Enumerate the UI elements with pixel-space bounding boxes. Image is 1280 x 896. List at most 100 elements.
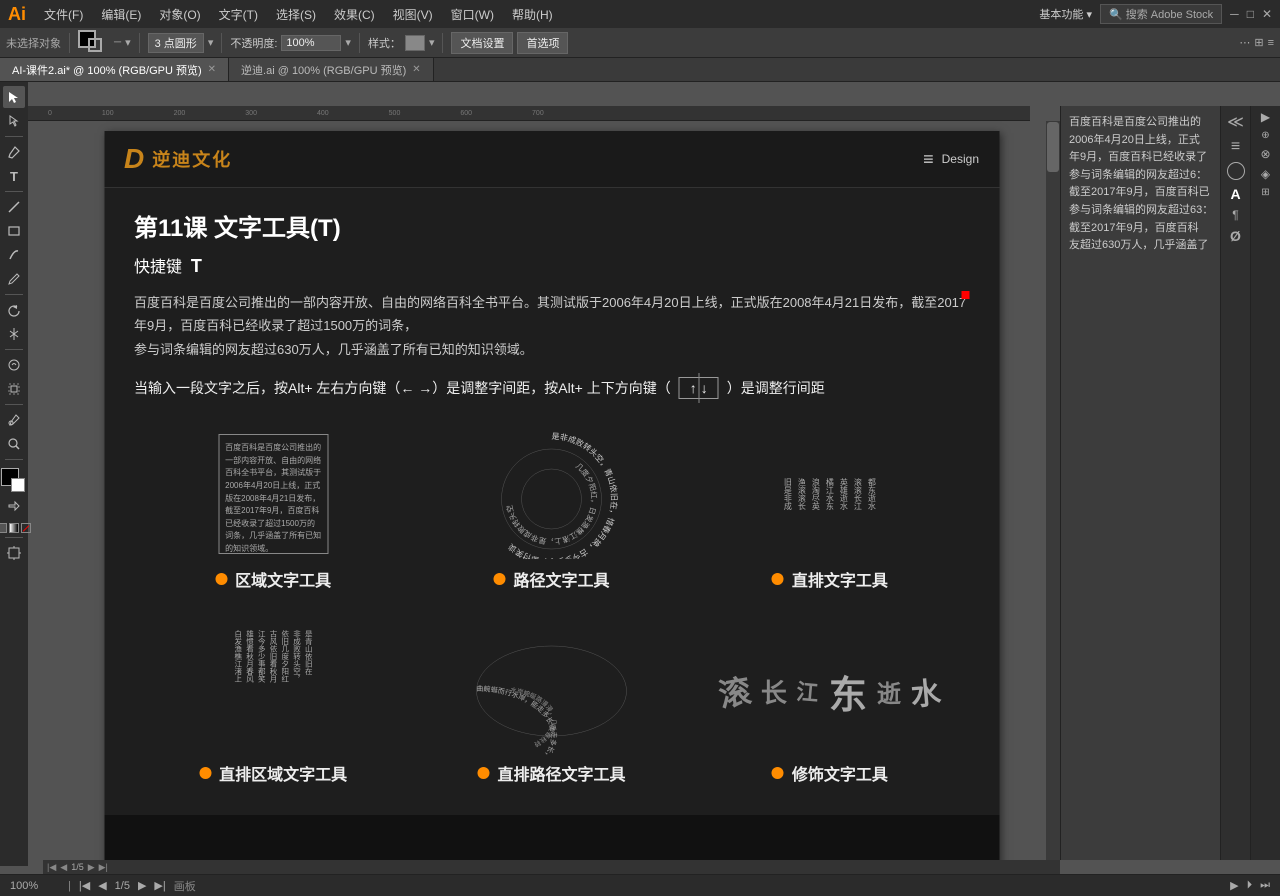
restore-btn[interactable]: □ (1247, 7, 1254, 21)
color-indicator[interactable] (78, 30, 110, 56)
brush-dropdown[interactable]: ▾ (208, 36, 214, 49)
hamburger-icon[interactable]: ≡ (923, 149, 934, 170)
nav-first[interactable]: |◀ (47, 862, 56, 873)
menu-effect[interactable]: 效果(C) (326, 4, 383, 25)
ruler-horizontal: 0 100 200 300 400 500 600 700 (28, 106, 1030, 121)
preferences-btn[interactable]: 首选项 (517, 32, 568, 54)
panel-arrange[interactable]: ⊞ (1254, 36, 1263, 49)
nav-prev[interactable]: ◀ (60, 862, 67, 873)
far-right-panel: ▶ ⊕ ⊗ ◈ ⊞ (1250, 106, 1280, 860)
warp-tool[interactable] (3, 354, 25, 376)
arrow-keys-box: ↑ ↓ (679, 377, 719, 399)
panel-collapse-icon[interactable]: ≪ (1227, 112, 1244, 132)
panel-btn-2[interactable]: ⊕ (1261, 130, 1269, 141)
vertical-path-svg: 曲蜿蜒而行水岸，能走多长便走多长，蜿蜒曲折的道路，一直向前延伸，永不停歇 水岸蜿… (461, 626, 641, 756)
zoom-level[interactable]: 100% (10, 880, 60, 892)
status-bar: 100% | |◀ ◀ 1/5 ▶ ▶| 画板 ▶ ⏵ ⏭ (0, 874, 1280, 896)
opacity-dropdown[interactable]: ▾ (345, 36, 351, 49)
nav-last[interactable]: ▶| (99, 862, 108, 873)
color-mode-solid[interactable] (0, 523, 7, 533)
color-mode-buttons (0, 523, 31, 533)
status-end[interactable]: ⏭ (1260, 879, 1270, 892)
menu-help[interactable]: 帮助(H) (504, 4, 561, 25)
tools-grid-top: 百度百科是百度公司推出的一部内容开放、自由的网络百科全书平台，其测试版于2006… (134, 419, 969, 601)
menu-bar: Ai 文件(F) 编辑(E) 对象(O) 文字(T) 选择(S) 效果(C) 视… (0, 0, 1280, 28)
menu-edit[interactable]: 编辑(E) (93, 4, 149, 25)
nav-next[interactable]: ▶ (88, 862, 95, 873)
opacity-input[interactable] (281, 35, 341, 51)
panel-para-icon[interactable]: ¶ (1232, 208, 1238, 222)
vertical-scrollbar[interactable] (1046, 121, 1060, 860)
menu-text[interactable]: 文字(T) (211, 4, 266, 25)
menu-window[interactable]: 窗口(W) (443, 4, 502, 25)
stroke-options[interactable]: ─ (114, 37, 121, 48)
menu-file[interactable]: 文件(F) (36, 4, 91, 25)
menu-object[interactable]: 对象(O) (151, 4, 208, 25)
nav-arrows-h[interactable]: |◀ ◀ 1/5 ▶ ▶| (43, 860, 1060, 874)
rect-tool[interactable] (3, 220, 25, 242)
style-label: 样式： (368, 35, 401, 51)
tools-grid-bottom: 白发渔樵江渚上 雄惯看秋月春风 江今多少事都笑 古风依旧看秋月 依旧几度夕阳红 … (134, 611, 969, 795)
description-text: 百度百科是百度公司推出的一部内容开放、自由的网络百科全书平台。其测试版于2006… (134, 291, 969, 361)
panel-char-icon[interactable]: Ø (1230, 228, 1241, 244)
nav-next-status[interactable]: ▶ (138, 879, 146, 892)
shortcut-key: T (191, 256, 202, 276)
color-swatch-area[interactable] (1, 468, 27, 494)
panel-btn-1[interactable]: ▶ (1261, 110, 1270, 124)
selection-tool[interactable] (3, 86, 25, 108)
nav-first-status[interactable]: |◀ (79, 879, 90, 892)
varea-col-4: 古风依旧看秋月 (268, 630, 278, 752)
menu-select[interactable]: 选择(S) (268, 4, 324, 25)
toolbar-separator-4 (359, 33, 360, 53)
pen-tool[interactable] (3, 141, 25, 163)
tab-active[interactable]: AI-课件2.ai* @ 100% (RGB/GPU 预览) ✕ (0, 58, 229, 81)
deco-char-5: 逝 (877, 674, 901, 709)
close-btn[interactable]: ✕ (1262, 7, 1272, 21)
workspace-label: 基本功能 ▾ (1039, 6, 1092, 22)
swap-colors[interactable] (7, 500, 21, 519)
menu-view[interactable]: 视图(V) (385, 4, 441, 25)
point-brush-label[interactable]: 3 点圆形 (148, 33, 204, 53)
panel-btn-4[interactable]: ◈ (1261, 167, 1270, 181)
brush-tool[interactable] (3, 244, 25, 266)
pencil-tool[interactable] (3, 268, 25, 290)
status-options[interactable]: ▶ (1230, 879, 1238, 892)
panel-btn-3[interactable]: ⊗ (1260, 147, 1270, 161)
scrollbar-thumb-v[interactable] (1047, 122, 1059, 172)
tab-label-2: 逆迪.ai @ 100% (RGB/GPU 预览) (241, 62, 406, 78)
background-color[interactable] (11, 478, 25, 492)
color-mode-none[interactable] (21, 523, 31, 533)
direct-selection-tool[interactable] (3, 110, 25, 132)
horizontal-scrollbar[interactable]: |◀ ◀ 1/5 ▶ ▶| (43, 860, 1060, 874)
panel-btn-5[interactable]: ⊞ (1261, 187, 1269, 198)
dot-3 (772, 573, 784, 585)
toolbar-more[interactable]: ⋯ (1239, 36, 1250, 49)
doc-settings-btn[interactable]: 文档设置 (451, 32, 513, 54)
artboard-content: 第11课 文字工具(T) 快捷键 T 百度百科是百度公司推出的一部内容开放、自由… (104, 188, 999, 815)
nav-last-status[interactable]: ▶| (154, 879, 165, 892)
tab-2[interactable]: 逆迪.ai @ 100% (RGB/GPU 预览) ✕ (229, 58, 434, 81)
brush-selector[interactable]: ▾ (125, 36, 131, 49)
zoom-tool[interactable] (3, 433, 25, 455)
vertical-area-example: 白发渔樵江渚上 雄惯看秋月春风 江今多少事都笑 古风依旧看秋月 依旧几度夕阳红 … (134, 611, 412, 795)
reflect-tool[interactable] (3, 323, 25, 345)
toolbar-separator-5 (442, 33, 443, 53)
eyedropper-tool[interactable] (3, 409, 25, 431)
panel-expand-icon[interactable]: ≡ (1231, 138, 1240, 156)
rotate-tool[interactable] (3, 299, 25, 321)
nav-prev-status[interactable]: ◀ (98, 879, 106, 892)
color-mode-gradient[interactable] (9, 523, 19, 533)
minimize-btn[interactable]: ─ (1230, 7, 1239, 21)
artboard-tool[interactable] (3, 542, 25, 564)
panel-type-icon[interactable]: A (1230, 186, 1240, 202)
type-tool[interactable]: T (3, 165, 25, 187)
status-play[interactable]: ⏵ (1247, 879, 1253, 892)
panel-menu[interactable]: ≡ (1268, 37, 1274, 49)
style-dropdown[interactable]: ▾ (429, 36, 435, 49)
tab-close-2[interactable]: ✕ (412, 64, 420, 75)
tab-close-1[interactable]: ✕ (208, 64, 216, 75)
line-tool[interactable] (3, 196, 25, 218)
search-stock[interactable]: 🔍 搜索 Adobe Stock (1100, 4, 1222, 24)
panel-circle-icon[interactable] (1227, 162, 1245, 180)
scale-tool[interactable] (3, 378, 25, 400)
